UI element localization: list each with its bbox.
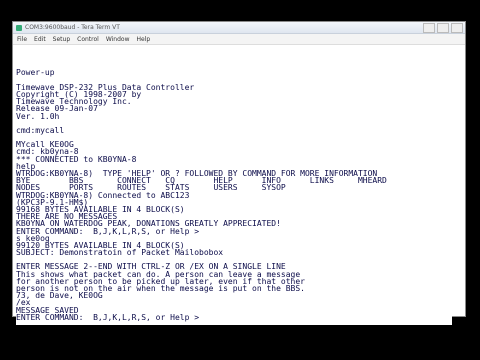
terminal-line: Power-up: [16, 68, 55, 78]
terminal-line: 73, de Dave, KE0OG: [16, 291, 103, 301]
maximize-button[interactable]: [437, 23, 449, 33]
close-button[interactable]: [451, 23, 463, 33]
menu-help[interactable]: Help: [137, 36, 151, 43]
terminal-line: ENTER COMMAND: B,J,K,L,R,S, or Help >: [16, 226, 200, 236]
terminal-line: SUBJECT: Demonstratoin of Packet Mailobo…: [16, 248, 224, 258]
menu-bar: File Edit Setup Control Window Help: [13, 34, 465, 45]
window-title: COM3:9600baud - Tera Term VT: [25, 24, 120, 31]
terminal-line: Ver. 1.0h: [16, 111, 60, 121]
title-bar: COM3:9600baud - Tera Term VT: [13, 22, 465, 34]
terminal-line: cmd:mycall: [16, 125, 65, 135]
terminal-line: Release 09-Jan-07: [16, 104, 98, 114]
menu-setup[interactable]: Setup: [53, 36, 70, 43]
menu-edit[interactable]: Edit: [34, 36, 46, 43]
terminal-line: /ex: [16, 298, 31, 308]
menu-control[interactable]: Control: [77, 36, 99, 43]
terminal-line: *** CONNECTED to KB0YNA-8: [16, 154, 137, 164]
menu-file[interactable]: File: [17, 36, 27, 43]
terminal-line: MYcall KE0OG: [16, 140, 74, 150]
minimize-button[interactable]: [423, 23, 435, 33]
terminal-line: ENTER COMMAND: B,J,K,L,R,S, or Help >: [16, 312, 200, 322]
menu-window[interactable]: Window: [106, 36, 130, 43]
app-icon: [16, 24, 22, 31]
terminal-output[interactable]: Power-up Timewave DSP-232 Plus Data Contr…: [16, 55, 452, 325]
